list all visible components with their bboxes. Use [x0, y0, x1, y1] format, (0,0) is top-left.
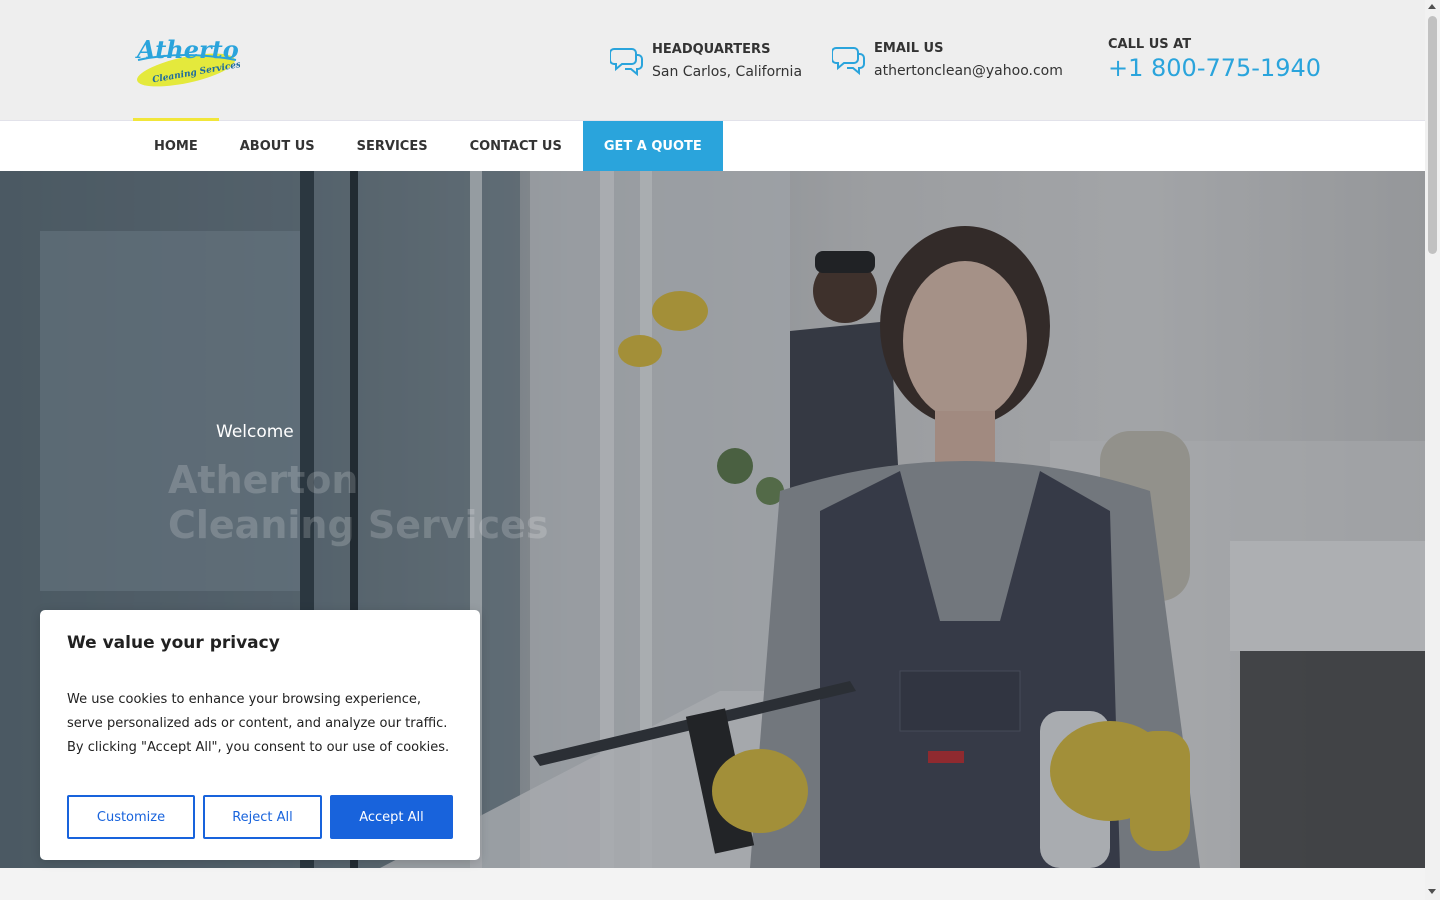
headquarters-info: HEADQUARTERS San Carlos, California	[609, 41, 803, 85]
email-info: EMAIL US athertonclean@yahoo.com	[831, 40, 1063, 84]
get-a-quote-button[interactable]: GET A QUOTE	[582, 121, 723, 171]
nav-services[interactable]: SERVICES	[336, 121, 449, 171]
logo-line1: Atherton	[135, 35, 240, 64]
main-nav: HOME ABOUT US SERVICES CONTACT US GET A …	[133, 118, 723, 171]
hero-welcome: Welcome	[216, 422, 294, 442]
headquarters-label: HEADQUARTERS	[652, 42, 771, 57]
call-info: CALL US AT +1 800-775-1940	[1108, 36, 1321, 82]
email-label: EMAIL US	[874, 41, 944, 56]
page-scrollbar[interactable]	[1425, 0, 1440, 900]
headquarters-value: San Carlos, California	[652, 64, 803, 80]
call-label: CALL US AT	[1108, 37, 1192, 52]
cookie-buttons: Customize Reject All Accept All	[67, 795, 453, 839]
scroll-up-arrow-icon[interactable]	[1428, 4, 1436, 9]
phone-link[interactable]: +1 800-775-1940	[1108, 54, 1321, 82]
hero-title: Atherton Cleaning Services	[168, 458, 549, 547]
chat-bubbles-icon	[609, 43, 644, 77]
reject-all-button[interactable]: Reject All	[203, 795, 322, 839]
nav-about-us[interactable]: ABOUT US	[219, 121, 336, 171]
main-nav-bar: HOME ABOUT US SERVICES CONTACT US GET A …	[0, 118, 1425, 171]
nav-contact-us[interactable]: CONTACT US	[449, 121, 583, 171]
customize-button[interactable]: Customize	[67, 795, 195, 839]
logo-graphic: Atherton Cleaning Services	[135, 35, 240, 87]
scroll-thumb[interactable]	[1428, 16, 1437, 254]
cookie-text: We use cookies to enhance your browsing …	[67, 692, 450, 755]
scroll-down-arrow-icon[interactable]	[1428, 889, 1436, 894]
next-section	[0, 868, 1425, 900]
cookie-title: We value your privacy	[67, 633, 280, 653]
site-logo[interactable]: Atherton Cleaning Services	[134, 30, 240, 90]
cookie-consent-dialog: We value your privacy We use cookies to …	[40, 610, 480, 860]
nav-home[interactable]: HOME	[133, 118, 219, 171]
header-top: Atherton Cleaning Services HEADQUARTERS …	[0, 0, 1425, 120]
chat-bubbles-icon	[831, 42, 866, 76]
accept-all-button[interactable]: Accept All	[330, 795, 453, 839]
email-value[interactable]: athertonclean@yahoo.com	[874, 58, 1063, 84]
